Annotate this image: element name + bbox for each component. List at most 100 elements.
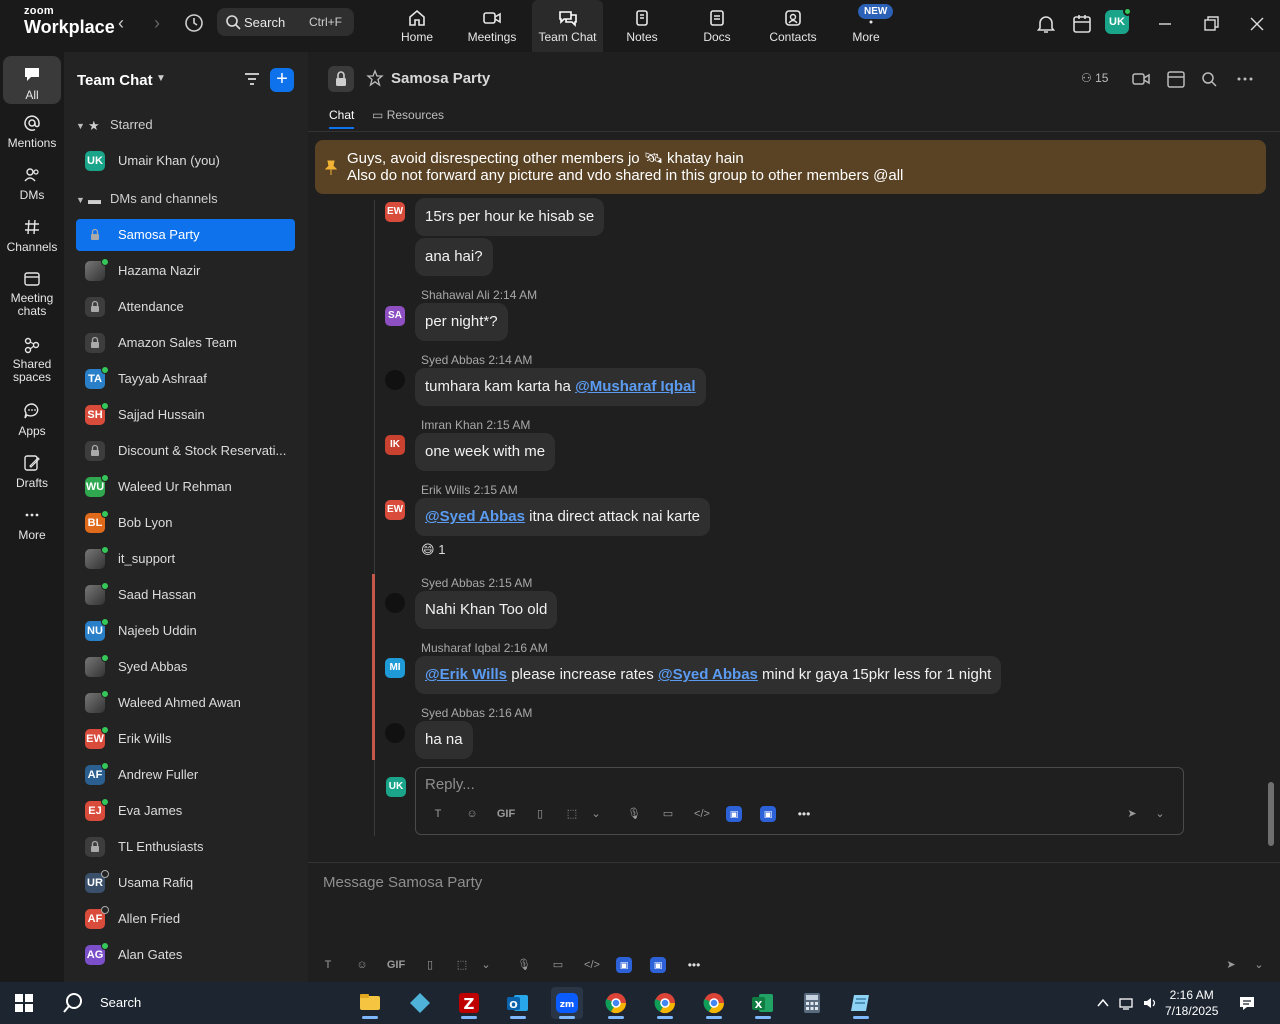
calculator-icon[interactable] bbox=[796, 987, 828, 1019]
message-composer[interactable]: Message Samosa Party T ☺ GIF ▯ ⬚ ⌄ 🎙 ▭ </> ▣ ▣ ••• ➤… bbox=[308, 862, 1280, 982]
avatar[interactable]: SA bbox=[385, 306, 405, 326]
system-clock[interactable]: 2:16 AM 7/18/2025 bbox=[1165, 987, 1218, 1019]
sidebar-item-umair-khan[interactable]: UK Umair Khan (you) bbox=[76, 145, 295, 177]
tab-docs[interactable]: Docs bbox=[695, 0, 739, 52]
filezilla-icon[interactable]: Z bbox=[453, 987, 485, 1019]
avatar[interactable] bbox=[385, 593, 405, 613]
app-2-icon[interactable]: ▣ bbox=[650, 957, 666, 973]
mention-link[interactable]: @Syed Abbas bbox=[425, 508, 525, 525]
emoji-reaction[interactable]: 😄 1 bbox=[421, 542, 445, 558]
back-arrow-icon[interactable]: ‹ bbox=[111, 12, 131, 34]
video-message-icon[interactable]: ▭ bbox=[548, 955, 568, 975]
search-icon[interactable] bbox=[1200, 70, 1220, 88]
code-snippet-icon[interactable]: </> bbox=[692, 804, 712, 824]
tab-home[interactable]: Home bbox=[390, 0, 444, 52]
mention-link[interactable]: @Syed Abbas bbox=[658, 666, 758, 683]
sidebar-item[interactable]: WU Waleed Ur Rehman bbox=[76, 471, 295, 503]
tab-contacts[interactable]: Contacts bbox=[764, 0, 822, 52]
sidebar-item[interactable]: Saad Hassan bbox=[76, 579, 295, 611]
message-bubble[interactable]: @Syed Abbas itna direct attack nai karte bbox=[415, 498, 711, 536]
calendar-icon[interactable] bbox=[1070, 12, 1094, 36]
microphone-icon[interactable]: 🎙 bbox=[514, 955, 534, 975]
taskbar-search-label[interactable]: Search bbox=[100, 995, 141, 1010]
rail-item-drafts[interactable]: Drafts bbox=[3, 454, 61, 490]
message-bubble[interactable]: Nahi Khan Too old bbox=[415, 591, 558, 629]
avatar[interactable] bbox=[385, 370, 405, 390]
sidebar-item[interactable]: TL Enthusiasts bbox=[76, 831, 295, 863]
rail-item-channels[interactable]: Channels bbox=[3, 218, 61, 254]
code-snippet-icon[interactable]: </> bbox=[582, 955, 602, 975]
chrome-profile-3-icon[interactable] bbox=[698, 987, 730, 1019]
chevron-up-icon[interactable] bbox=[1096, 996, 1110, 1010]
windows-start-icon[interactable] bbox=[15, 994, 33, 1012]
chrome-profile-2-icon[interactable] bbox=[649, 987, 681, 1019]
search-input[interactable]: Search Ctrl+F bbox=[217, 8, 354, 36]
app-1-icon[interactable]: ▣ bbox=[726, 806, 742, 822]
search-icon[interactable] bbox=[62, 992, 84, 1014]
history-icon[interactable] bbox=[182, 11, 206, 35]
mention-link[interactable]: @Erik Wills bbox=[425, 666, 507, 683]
app-1-icon[interactable]: ▣ bbox=[616, 957, 632, 973]
chevron-down-icon[interactable]: ▼ bbox=[156, 73, 166, 84]
chrome-icon[interactable] bbox=[600, 987, 632, 1019]
sidebar-item[interactable]: Syed Abbas bbox=[76, 651, 295, 683]
message-bubble[interactable]: @Erik Wills please increase rates @Syed … bbox=[415, 656, 1002, 694]
minimize-icon[interactable] bbox=[1153, 12, 1177, 36]
new-chat-button[interactable]: + bbox=[270, 68, 294, 92]
avatar[interactable]: EW bbox=[385, 500, 405, 520]
sidebar-item[interactable]: AG Alan Gates bbox=[76, 939, 295, 971]
sidebar-item[interactable]: Amazon Sales Team bbox=[76, 327, 295, 359]
sidebar-item[interactable]: EW Erik Wills bbox=[76, 723, 295, 755]
app-2-icon[interactable]: ▣ bbox=[760, 806, 776, 822]
sidebar-item[interactable]: NU Najeeb Uddin bbox=[76, 615, 295, 647]
tab-chat[interactable]: Chat bbox=[329, 108, 355, 129]
emoji-icon[interactable]: ☺ bbox=[352, 955, 372, 975]
bell-icon[interactable] bbox=[1034, 12, 1058, 36]
gif-icon[interactable]: GIF bbox=[496, 804, 516, 824]
avatar[interactable] bbox=[385, 723, 405, 743]
message-bubble[interactable]: one week with me bbox=[415, 433, 556, 471]
message-bubble[interactable]: tumhara kam karta ha @Musharaf Iqbal bbox=[415, 368, 706, 406]
send-icon[interactable]: ➤ bbox=[1221, 955, 1241, 975]
rail-item-shared-spaces[interactable]: Shared spaces bbox=[3, 336, 61, 384]
channel-title[interactable]: Samosa Party bbox=[391, 70, 490, 87]
sidebar-item[interactable]: it_support bbox=[76, 543, 295, 575]
outlook-icon[interactable]: O bbox=[502, 987, 534, 1019]
tab-meetings[interactable]: Meetings bbox=[462, 0, 522, 52]
text-format-icon[interactable]: T bbox=[318, 955, 338, 975]
sidebar-item[interactable]: EJ Eva James bbox=[76, 795, 295, 827]
sidebar-item[interactable]: Waleed Ahmed Awan bbox=[76, 687, 295, 719]
sidebar-item[interactable]: Discount & Stock Reservati... bbox=[76, 435, 295, 467]
members-button[interactable]: ⚇ 15 bbox=[1081, 71, 1108, 85]
chevron-down-icon[interactable]: ⌄ bbox=[476, 955, 496, 975]
send-options-chevron-icon[interactable]: ⌄ bbox=[1150, 804, 1170, 824]
sidebar-title[interactable]: Team Chat bbox=[77, 72, 153, 89]
network-icon[interactable] bbox=[1118, 995, 1134, 1011]
app-diamond-icon[interactable] bbox=[404, 987, 436, 1019]
speaker-icon[interactable] bbox=[1142, 995, 1158, 1011]
send-options-chevron-icon[interactable]: ⌄ bbox=[1249, 955, 1269, 975]
scrollbar[interactable] bbox=[1268, 782, 1274, 846]
restore-icon[interactable] bbox=[1199, 12, 1223, 36]
reply-input[interactable]: Reply... T ☺ GIF ▯ ⬚ ⌄ 🎙 ▭ </> ▣ ▣ ••• ➤ ⌄ bbox=[415, 767, 1184, 835]
sidebar-item[interactable]: Attendance bbox=[76, 291, 295, 323]
gif-icon[interactable]: GIF bbox=[386, 955, 406, 975]
more-options-icon[interactable]: ••• bbox=[684, 955, 704, 975]
message-bubble[interactable]: ha na bbox=[415, 721, 473, 759]
user-avatar[interactable]: UK bbox=[1105, 7, 1132, 34]
section-starred[interactable]: ▼ ★ Starred bbox=[76, 115, 153, 135]
send-icon[interactable]: ➤ bbox=[1122, 804, 1142, 824]
more-options-icon[interactable] bbox=[1235, 70, 1255, 88]
sidebar-item[interactable]: SH Sajjad Hussain bbox=[76, 399, 295, 431]
video-camera-icon[interactable] bbox=[1131, 70, 1151, 88]
microphone-icon[interactable]: 🎙 bbox=[624, 804, 644, 824]
forward-arrow-icon[interactable]: › bbox=[147, 12, 167, 34]
mention-link[interactable]: @Musharaf Iqbal bbox=[575, 378, 695, 395]
tab-resources[interactable]: ▭ Resources bbox=[372, 108, 444, 122]
rail-item-all[interactable]: All bbox=[3, 56, 61, 104]
sidebar-item[interactable]: Samosa Party bbox=[76, 219, 295, 251]
avatar[interactable]: EW bbox=[385, 202, 405, 222]
star-outline-icon[interactable] bbox=[366, 69, 384, 87]
file-explorer-icon[interactable] bbox=[354, 987, 386, 1019]
chevron-down-icon[interactable]: ⌄ bbox=[586, 804, 606, 824]
